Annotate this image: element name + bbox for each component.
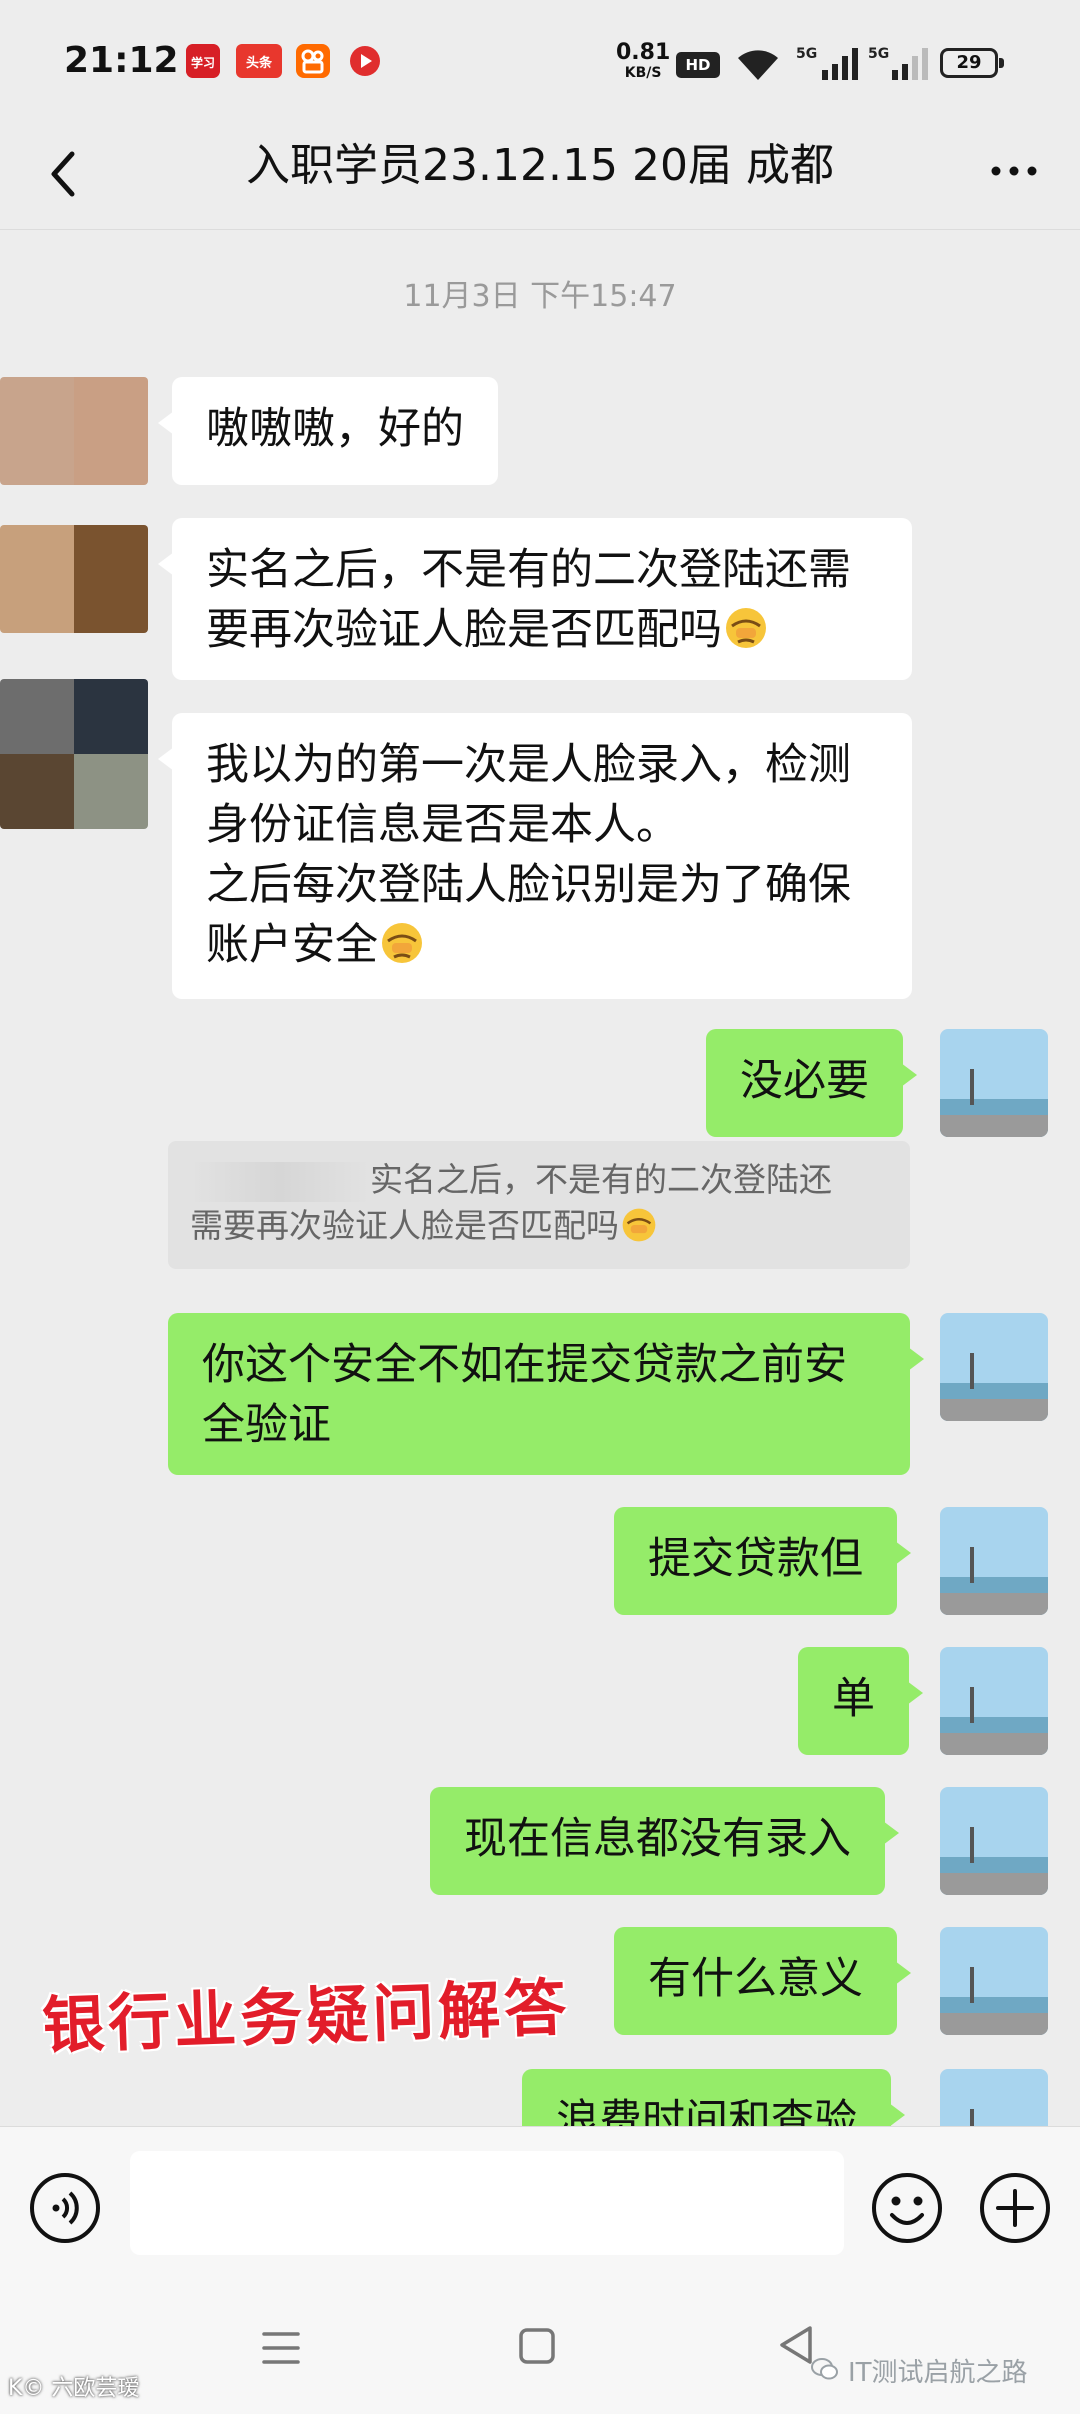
chat-title: 入职学员23.12.15 20届 成都 xyxy=(246,140,834,191)
xuexi-app-icon: 学习 xyxy=(186,44,220,78)
signal1-label: 5G xyxy=(796,46,817,62)
avatar[interactable] xyxy=(0,377,148,485)
message-text: 现在信息都没有录入 xyxy=(464,1814,851,1864)
emoji-icon[interactable] xyxy=(870,2171,944,2245)
network-speed: 0.81 KB/S xyxy=(616,42,670,82)
battery-indicator: 29 xyxy=(940,48,1004,78)
overlay-caption: 银行业务疑问解答 xyxy=(41,1970,572,2063)
my-avatar[interactable] xyxy=(940,1787,1048,1895)
my-avatar[interactable] xyxy=(940,1313,1048,1421)
wechat-logo-icon xyxy=(811,2358,838,2380)
svg-text:学习: 学习 xyxy=(191,55,215,70)
hd-voice-badge: HD xyxy=(676,52,720,78)
my-avatar[interactable] xyxy=(940,1647,1048,1755)
message-text: 单 xyxy=(832,1674,875,1724)
message-timestamp: 11月3日 下午15:47 xyxy=(403,279,677,314)
more-dots-icon[interactable] xyxy=(984,146,1044,196)
message-text: 嗷嗷嗷，好的 xyxy=(206,404,464,454)
video-app-icon xyxy=(348,44,382,78)
my-avatar[interactable] xyxy=(940,1029,1048,1137)
status-time: 21:12 xyxy=(64,40,179,81)
message-bubble[interactable]: 没必要 xyxy=(706,1029,917,1137)
message-bubble[interactable]: 我以为的第一次是人脸录入，检测 身份证信息是否是本人。 之后每次登陆人脸识别是为… xyxy=(158,713,912,999)
quoted-message[interactable]: 实名之后，不是有的二次登陆还 需要再次验证人脸是否匹配吗 xyxy=(168,1141,910,1269)
message-bubble[interactable]: 浪费时间和查验 xyxy=(522,2069,905,2126)
message-text-line: 你这个安全不如在提交贷款之前安 xyxy=(202,1340,847,1390)
message-bubble[interactable]: 提交贷款但 xyxy=(614,1507,911,1615)
recent-apps-icon[interactable] xyxy=(260,2326,302,2370)
message-bubble[interactable]: 实名之后，不是有的二次登陆还需 要再次验证人脸是否匹配吗 xyxy=(158,518,912,680)
message-text-line: 我以为的第一次是人脸录入，检测 xyxy=(206,740,851,790)
message-text: 有什么意义 xyxy=(648,1954,863,2004)
message-text: 浪费时间和查验 xyxy=(556,2096,857,2126)
avatar[interactable] xyxy=(0,525,148,633)
cell-signal-2-icon: 5G xyxy=(866,44,936,88)
status-bar: 21:12 学习 头条 0.81 KB/S HD 5G 5G 29 xyxy=(0,0,1080,120)
facepalm-emoji-icon xyxy=(726,608,766,648)
message-bubble[interactable]: 你这个安全不如在提交贷款之前安 全验证 xyxy=(168,1313,924,1475)
cell-signal-1-icon: 5G xyxy=(792,44,862,88)
wifi-icon xyxy=(734,44,782,88)
message-input[interactable] xyxy=(130,2151,844,2255)
message-text-line: 要再次验证人脸是否匹配吗 xyxy=(206,605,722,655)
message-bubble[interactable]: 有什么意义 xyxy=(614,1927,911,2035)
my-avatar[interactable] xyxy=(940,2069,1048,2126)
voice-icon[interactable] xyxy=(28,2171,102,2245)
network-speed-value: 0.81 xyxy=(616,40,671,65)
chat-area[interactable]: 11月3日 下午15:47 嗷嗷嗷，好的 实名之后，不是有的二次登陆还需 要再次… xyxy=(0,231,1080,2126)
message-text: 没必要 xyxy=(740,1056,869,1106)
avatar[interactable] xyxy=(0,679,148,829)
quoted-text-line: 实名之后，不是有的二次登陆还 xyxy=(370,1160,832,1199)
chat-header: 入职学员23.12.15 20届 成都 xyxy=(0,120,1080,230)
message-bubble[interactable]: 现在信息都没有录入 xyxy=(430,1787,899,1895)
svg-text:5G: 5G xyxy=(868,46,889,62)
kuaishou-app-icon xyxy=(296,44,330,78)
message-bubble[interactable]: 嗷嗷嗷，好的 xyxy=(158,377,498,485)
home-icon[interactable] xyxy=(517,2326,557,2366)
quoted-sender-blur xyxy=(190,1161,370,1202)
message-bubble[interactable]: 单 xyxy=(798,1647,923,1755)
message-text-line: 之后每次登陆人脸识别是为了确保 xyxy=(206,860,851,910)
toutiao-app-icon: 头条 xyxy=(236,44,282,78)
my-avatar[interactable] xyxy=(940,1927,1048,2035)
watermark-right: IT测试启航之路 xyxy=(848,2358,1028,2388)
facepalm-emoji-icon xyxy=(622,1208,656,1242)
message-text-line: 身份证信息是否是本人。 xyxy=(206,800,679,850)
message-text-line: 账户安全 xyxy=(206,920,378,970)
message-text: 提交贷款但 xyxy=(648,1534,863,1584)
system-nav-bar: K© 六欧芸瑷 IT测试启航之路 xyxy=(0,2284,1080,2414)
watermark-left: K© 六欧芸瑷 xyxy=(8,2376,140,2401)
input-bar xyxy=(0,2126,1080,2284)
facepalm-emoji-icon xyxy=(382,923,422,963)
network-speed-unit: KB/S xyxy=(624,65,662,81)
plus-icon[interactable] xyxy=(978,2171,1052,2245)
quoted-text-line: 需要再次验证人脸是否匹配吗 xyxy=(190,1206,619,1245)
message-text-line: 实名之后，不是有的二次登陆还需 xyxy=(206,545,851,595)
my-avatar[interactable] xyxy=(940,1507,1048,1615)
message-text-line: 全验证 xyxy=(202,1400,331,1450)
svg-text:头条: 头条 xyxy=(246,55,273,71)
